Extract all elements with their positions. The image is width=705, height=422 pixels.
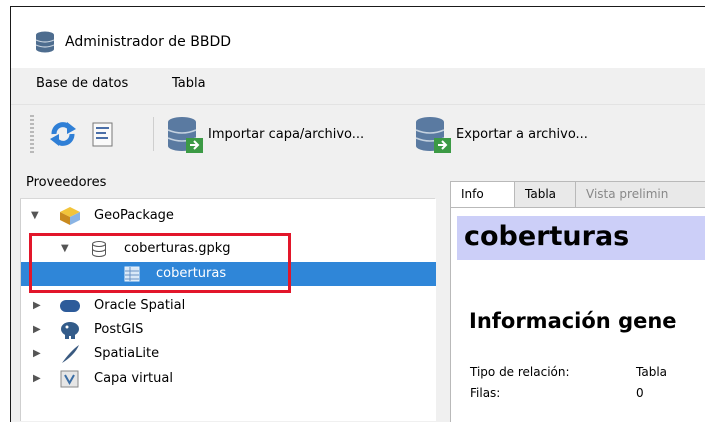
sql-window-icon[interactable] [92, 122, 114, 148]
import-layer-icon[interactable] [166, 115, 206, 155]
tab-label: Vista prelimin [586, 187, 669, 201]
providers-title: Proveedores [26, 175, 107, 190]
export-file-icon[interactable] [414, 115, 454, 155]
tree-item-postgis[interactable]: ▶ PostGIS [21, 318, 436, 342]
spatialite-icon [62, 345, 79, 363]
highlight-box [29, 233, 291, 293]
menu-tabla[interactable]: Tabla [172, 76, 206, 91]
tab-label: Info [461, 187, 484, 201]
toolbar-separator [153, 117, 154, 151]
relation-type-key: Tipo de relación: [470, 365, 570, 379]
postgis-icon [61, 322, 79, 339]
tree-item-oracle-spatial[interactable]: ▶ Oracle Spatial [21, 294, 436, 318]
tree-item-geopackage[interactable]: ▼ GeoPackage [21, 204, 436, 228]
expand-arrow-icon[interactable]: ▶ [33, 373, 41, 384]
tree-item-label: Capa virtual [94, 371, 173, 386]
import-button[interactable]: Importar capa/archivo... [208, 127, 364, 142]
tree-item-label: Oracle Spatial [94, 298, 186, 313]
virtual-layer-icon [60, 370, 79, 388]
database-icon [35, 31, 55, 53]
expand-arrow-icon[interactable]: ▶ [33, 324, 41, 335]
tree-item-label: GeoPackage [94, 208, 174, 223]
section-heading: Información gene [469, 309, 677, 333]
export-button[interactable]: Exportar a archivo... [456, 127, 588, 142]
oracle-icon [60, 300, 80, 312]
tree-item-label: PostGIS [94, 322, 144, 337]
geopackage-icon [60, 207, 80, 225]
table-title: coberturas [464, 221, 630, 252]
refresh-icon[interactable] [48, 119, 78, 149]
window-title: Administrador de BBDD [65, 34, 232, 50]
toolbar-grip[interactable] [30, 115, 34, 153]
tree-item-capa-virtual[interactable]: ▶ Capa virtual [21, 367, 436, 391]
tab-info[interactable]: Info [450, 181, 515, 209]
tree-item-label: SpatiaLite [94, 346, 160, 361]
relation-type-value: Tabla [636, 365, 668, 379]
rows-key: Filas: [470, 386, 501, 400]
tab-tabla[interactable]: Tabla [514, 181, 576, 208]
expand-arrow-icon[interactable]: ▼ [31, 210, 39, 221]
menu-base-de-datos[interactable]: Base de datos [36, 76, 128, 91]
rows-value: 0 [636, 386, 644, 400]
providers-header: Proveedores [20, 168, 435, 199]
expand-arrow-icon[interactable]: ▶ [33, 348, 41, 359]
tab-label: Tabla [525, 187, 557, 201]
expand-arrow-icon[interactable]: ▶ [33, 300, 41, 311]
tab-vista-preliminar[interactable]: Vista prelimin [575, 181, 705, 208]
tree-item-spatialite[interactable]: ▶ SpatiaLite [21, 342, 436, 366]
